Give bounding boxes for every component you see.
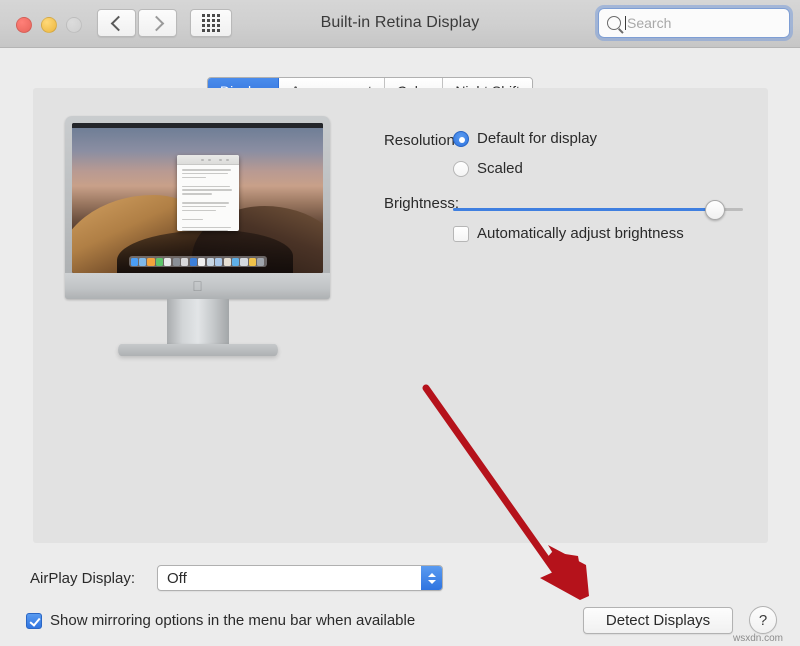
apple-logo-icon:  [192, 279, 203, 293]
imac-stand-neck [167, 299, 229, 347]
slider-knob[interactable] [705, 200, 725, 220]
text-caret [625, 16, 626, 30]
radio-scaled-label: Scaled [477, 160, 523, 177]
brightness-label: Brightness: [359, 195, 459, 212]
imac-chin:  [65, 273, 330, 299]
display-settings-panel:  Resolution: Default for display Scaled… [33, 88, 768, 543]
display-preferences-window: Built-in Retina Display Search Display A… [0, 0, 800, 646]
display-preview-image:  [65, 116, 330, 371]
help-button[interactable]: ? [749, 606, 777, 634]
search-field-wrapper[interactable]: Search [598, 8, 790, 38]
radio-default-label: Default for display [477, 130, 597, 147]
preview-document-titlebar [177, 155, 239, 165]
stepper-icon[interactable] [421, 566, 442, 590]
airplay-display-label: AirPlay Display: [30, 570, 135, 587]
radio-scaled[interactable]: Scaled [453, 160, 523, 177]
auto-brightness-label: Automatically adjust brightness [477, 225, 684, 242]
imac-screen [72, 123, 323, 273]
search-icon [607, 16, 621, 30]
checkbox-auto-adjust-brightness[interactable]: Automatically adjust brightness [453, 225, 684, 242]
imac-stand-base [118, 344, 278, 356]
imac-bezel:  [65, 116, 330, 299]
mirroring-label: Show mirroring options in the menu bar w… [50, 612, 415, 629]
preview-document-text [177, 165, 239, 231]
checkbox-show-mirroring-options[interactable]: Show mirroring options in the menu bar w… [26, 612, 415, 629]
detect-displays-button[interactable]: Detect Displays [583, 607, 733, 634]
chevron-up-icon [428, 573, 436, 577]
watermark: wsxdn.com [733, 633, 783, 644]
resolution-label: Resolution: [359, 132, 459, 149]
chevron-down-icon [428, 580, 436, 584]
brightness-slider[interactable] [453, 201, 743, 217]
checkbox-checked-icon [26, 613, 42, 629]
checkbox-icon [453, 226, 469, 242]
slider-fill [453, 208, 714, 211]
airplay-display-dropdown[interactable]: Off [157, 565, 443, 591]
preview-document-window [177, 155, 239, 231]
radio-button-icon [453, 161, 469, 177]
radio-button-selected-icon [453, 131, 469, 147]
airplay-selected-value: Off [167, 570, 187, 587]
search-input[interactable]: Search [598, 8, 790, 38]
window-titlebar: Built-in Retina Display Search [0, 0, 800, 48]
search-placeholder: Search [627, 15, 671, 31]
preview-dock [129, 256, 267, 267]
desktop-wallpaper [72, 128, 323, 273]
radio-default-for-display[interactable]: Default for display [453, 130, 597, 147]
